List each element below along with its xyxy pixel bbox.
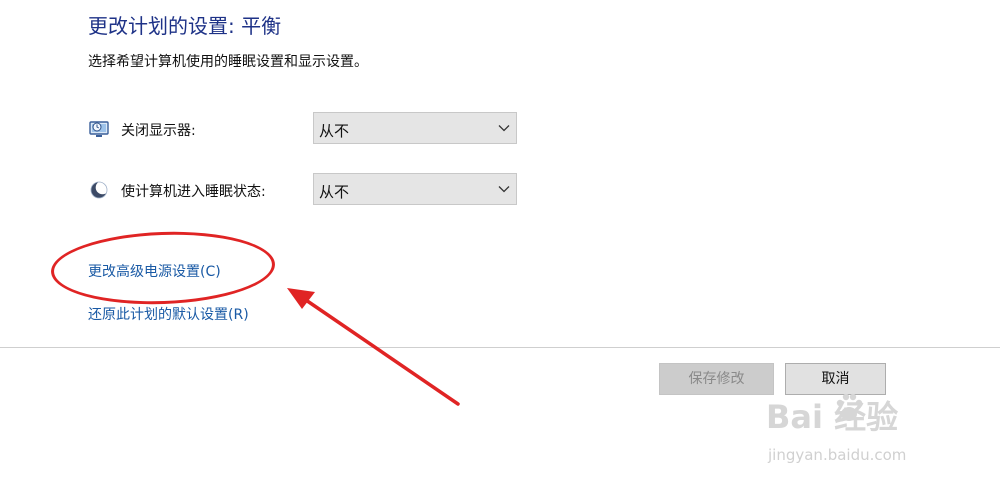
watermark-url: jingyan.baidu.com: [768, 446, 907, 464]
watermark-logo: Bai 经验: [766, 398, 899, 436]
baidu-jingyan-watermark: Bai 经验 jingyan.baidu.com: [766, 392, 986, 472]
paw-icon: [836, 393, 863, 421]
